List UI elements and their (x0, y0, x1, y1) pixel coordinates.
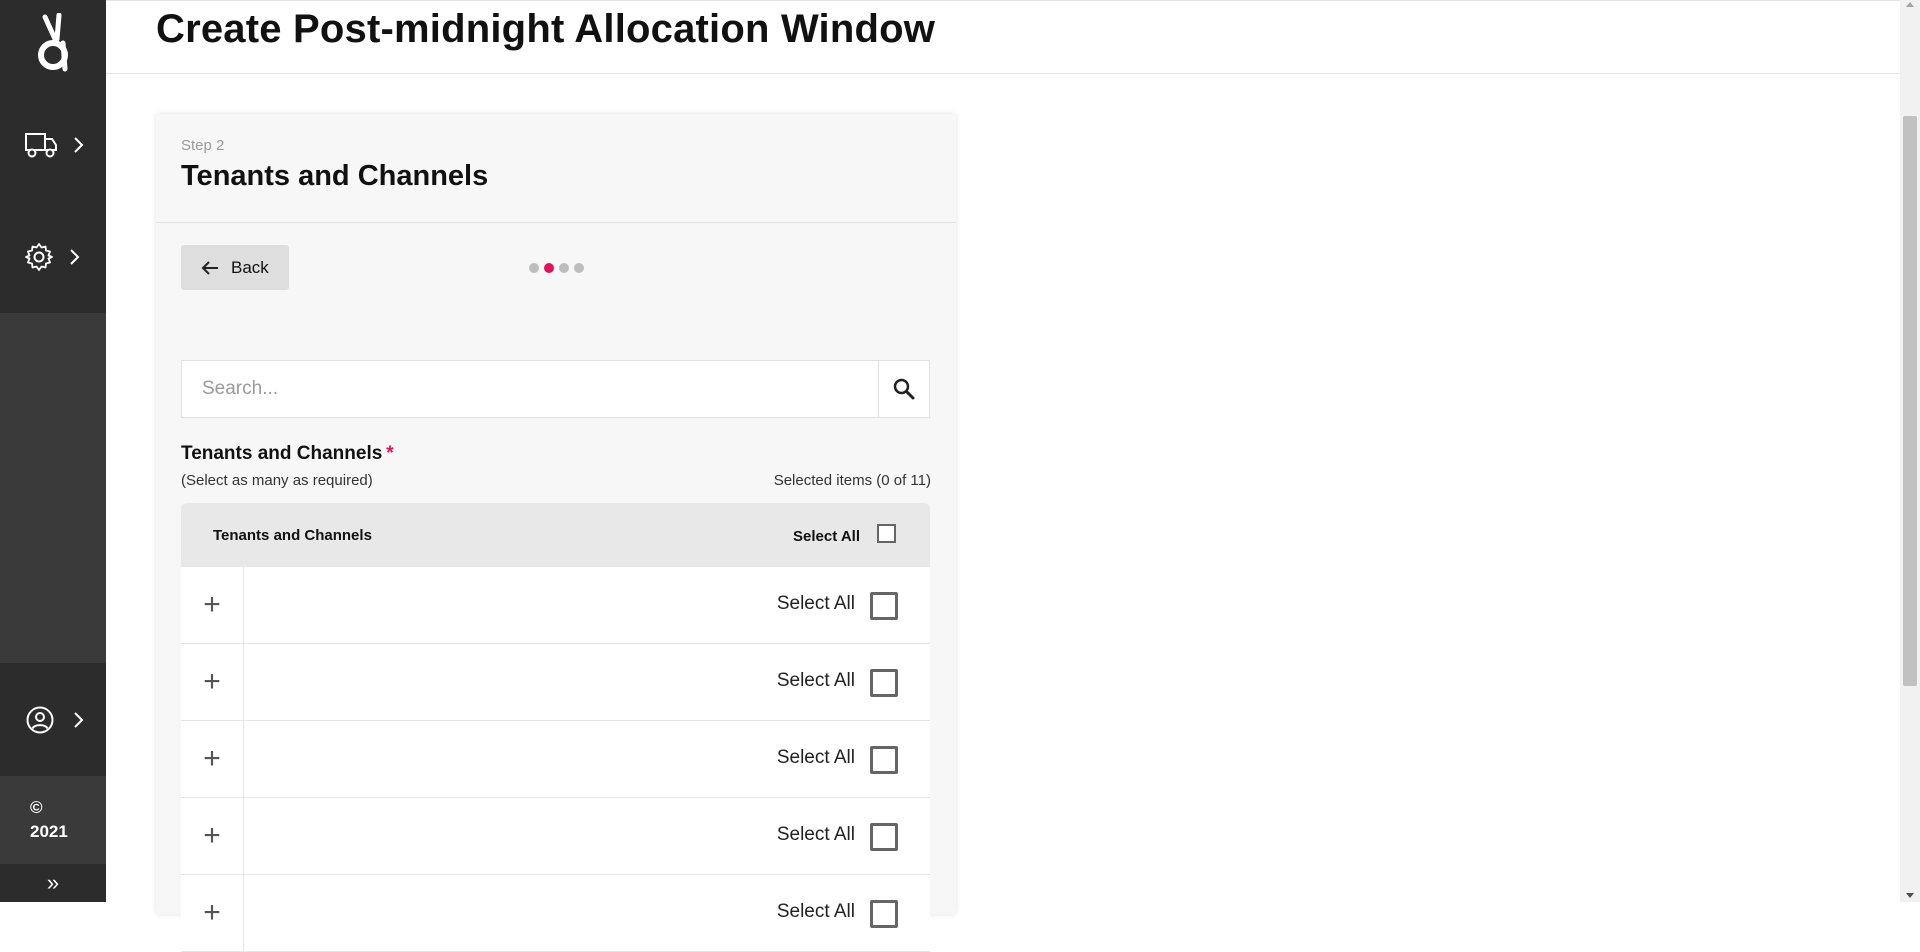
chevron-right-icon (74, 711, 84, 728)
required-mark: * (386, 443, 394, 464)
row-select-all-label: Select All (776, 824, 855, 845)
user-circle-icon (26, 706, 54, 733)
expand-row-button[interactable]: + (181, 567, 244, 643)
table-row: + Select All (181, 644, 930, 721)
tenant-name-redacted (267, 644, 575, 720)
table-header-title: Tenants and Channels (213, 527, 372, 544)
field-label-text: Tenants and Channels (181, 443, 383, 464)
tenant-name-redacted (267, 721, 575, 797)
search-button[interactable] (878, 361, 929, 417)
row-select-all-checkbox[interactable] (870, 669, 898, 697)
brand-logo-icon (38, 12, 68, 71)
search-box (181, 360, 930, 418)
scroll-thumb[interactable] (1903, 116, 1917, 686)
field-label: Tenants and Channels * (181, 443, 394, 465)
field-hint: (Select as many as required) (181, 472, 373, 489)
row-select-all-label: Select All (776, 901, 855, 922)
header-select-all-label: Select All (793, 528, 860, 545)
sidebar-spacer (0, 313, 106, 663)
chevron-right-icon (70, 249, 80, 265)
expand-row-button[interactable]: + (181, 798, 244, 874)
row-select-all-checkbox[interactable] (870, 900, 898, 928)
truck-icon (25, 133, 57, 158)
copyright-symbol: © (30, 798, 43, 817)
brand-logo[interactable] (0, 0, 106, 89)
copyright: © 2021 (0, 776, 106, 864)
wizard-card: Step 2 Tenants and Channels Back Tenants… (156, 114, 956, 952)
step-dot-1 (529, 263, 539, 273)
step-dot-3 (559, 263, 569, 273)
tenant-name-redacted (267, 875, 575, 951)
page-header: Create Post-midnight Allocation Window (106, 0, 1900, 74)
sidebar-item-settings[interactable] (0, 201, 106, 313)
table-row: + Select All (181, 875, 930, 952)
card-title: Tenants and Channels (181, 160, 489, 192)
vertical-scrollbar[interactable] (1900, 0, 1920, 902)
header-select-all-checkbox[interactable] (877, 524, 896, 543)
step-label: Step 2 (181, 137, 225, 154)
step-indicator (529, 263, 584, 273)
table-header: Tenants and Channels Select All (181, 503, 930, 567)
chevron-right-icon (74, 137, 84, 153)
gear-icon (25, 243, 53, 271)
row-select-all-checkbox[interactable] (870, 823, 898, 851)
sidebar-item-user[interactable] (0, 663, 106, 776)
card-header: Step 2 Tenants and Channels (156, 114, 956, 223)
tenant-name-redacted (267, 567, 575, 643)
expand-row-button[interactable]: + (181, 875, 244, 951)
table-row: + Select All (181, 798, 930, 875)
row-select-all-checkbox[interactable] (870, 746, 898, 774)
row-select-all-label: Select All (776, 670, 855, 691)
sidebar: © 2021 » (0, 0, 106, 902)
page-title: Create Post-midnight Allocation Window (156, 7, 936, 51)
row-select-all-checkbox[interactable] (870, 592, 898, 620)
search-icon (893, 378, 915, 400)
expand-sidebar-button[interactable]: » (0, 864, 106, 902)
tenant-name-redacted (267, 798, 575, 874)
table-row: + Select All (181, 567, 930, 644)
scroll-up-arrow-icon[interactable] (1906, 2, 1914, 7)
step-dot-2-active (544, 263, 554, 273)
expand-row-button[interactable]: + (181, 721, 244, 797)
expand-row-button[interactable]: + (181, 644, 244, 720)
double-chevron-right-icon: » (46, 870, 60, 895)
back-button-label: Back (231, 257, 269, 277)
search-input[interactable] (182, 361, 878, 417)
scroll-down-arrow-icon[interactable] (1906, 893, 1914, 898)
table-row: + Select All (181, 721, 930, 798)
step-dot-4 (574, 263, 584, 273)
tenants-table: Tenants and Channels Select All + Select… (181, 503, 930, 952)
sidebar-item-delivery[interactable] (0, 89, 106, 201)
row-select-all-label: Select All (776, 747, 855, 768)
back-button[interactable]: Back (181, 245, 289, 290)
selected-count: Selected items (0 of 11) (773, 472, 931, 489)
copyright-year: 2021 (30, 822, 68, 841)
row-select-all-label: Select All (776, 593, 855, 614)
arrow-left-icon (201, 260, 218, 275)
